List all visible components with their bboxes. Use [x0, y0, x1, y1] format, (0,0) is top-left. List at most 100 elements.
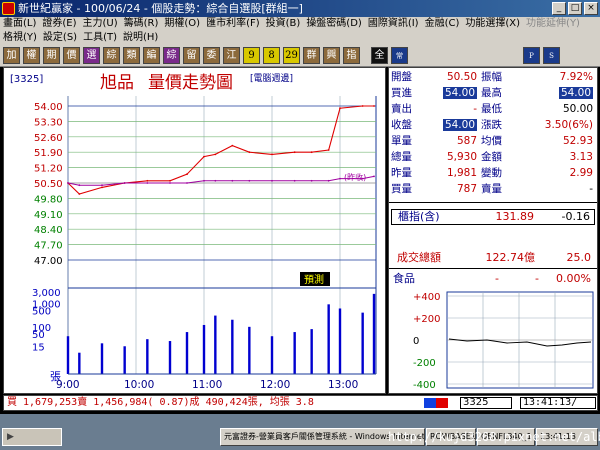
- quote-value: 54.00: [417, 119, 477, 132]
- toolbar-button-7[interactable]: 編: [143, 47, 160, 64]
- price-point: [146, 179, 149, 182]
- price-tick-label: 53.30: [34, 117, 63, 128]
- toolbar-button-16[interactable]: 興: [323, 47, 340, 64]
- toolbar-button-9[interactable]: 留: [183, 47, 200, 64]
- toolbar-button-4[interactable]: 選: [83, 47, 100, 64]
- minimize-button[interactable]: _: [552, 2, 566, 15]
- toolbar-button-13[interactable]: 8: [263, 47, 280, 64]
- sector-value-2: -: [535, 272, 539, 285]
- quote-row: 賣出 - 最低 50.00: [389, 103, 597, 116]
- chart-sector-tag: [電腦週邊]: [250, 72, 293, 84]
- time-tick-label: 12:00: [260, 379, 290, 391]
- toolbar-button-5[interactable]: 綜: [103, 47, 120, 64]
- menu-secondary-item-2[interactable]: 工具(T): [80, 31, 120, 45]
- toolbar-button-14[interactable]: 29: [283, 47, 300, 64]
- quote-row: 買量 787 賣量 -: [389, 183, 597, 196]
- quote-value-text: 5,930: [446, 151, 477, 163]
- average-price-point: [361, 177, 364, 180]
- mini-tick-label: -200: [413, 358, 436, 369]
- menu-main-item-6[interactable]: 投資(B): [263, 17, 304, 31]
- average-price-point: [310, 179, 313, 182]
- volume-bar: [372, 293, 376, 374]
- toolbar-button-1[interactable]: 權: [23, 47, 40, 64]
- volume-tick-label: 50: [32, 330, 45, 341]
- volume-bar: [338, 308, 342, 374]
- maximize-button[interactable]: □: [568, 2, 582, 15]
- average-price-point: [101, 184, 103, 187]
- toolbar-button-8[interactable]: 綜: [163, 47, 180, 64]
- volume-bar: [202, 324, 206, 374]
- average-price-point: [78, 184, 81, 187]
- menu-secondary-item-1[interactable]: 設定(S): [40, 31, 80, 45]
- quote-value: -: [417, 103, 477, 116]
- menu-main-item-2[interactable]: 主力(U): [80, 17, 121, 31]
- toolbar-button-18[interactable]: 全: [371, 47, 388, 64]
- toolbar: 加權期價選綜類編綜留委江 9 8 29 群興指全常 P S: [0, 45, 600, 67]
- quote-value-text: 1,981: [446, 167, 477, 179]
- start-button[interactable]: ▶: [2, 428, 62, 446]
- toolbar-button-0[interactable]: 加: [3, 47, 20, 64]
- turnover-value: 122.74億: [485, 251, 536, 264]
- volume-bar: [185, 332, 189, 374]
- toolbar-button-12[interactable]: 9: [243, 47, 260, 64]
- average-price-point: [339, 177, 341, 180]
- volume-bar: [146, 339, 149, 374]
- menu-main-item-3[interactable]: 籌碼(R): [121, 17, 162, 31]
- volume-bar: [248, 326, 251, 374]
- sector-row: 食品 - - 0.00%: [391, 272, 595, 286]
- chart-stock-code: [3325]: [10, 74, 43, 85]
- quote-value: 50.00: [523, 103, 593, 116]
- price-point: [361, 105, 364, 107]
- quote-row: 昨量 1,981 變動 2.99: [389, 167, 597, 180]
- menu-main-item-7[interactable]: 操盤密碼(D): [303, 17, 365, 31]
- toolbar-page-button[interactable]: P: [523, 47, 540, 64]
- stock-code-input[interactable]: 3325: [460, 397, 512, 409]
- menu-main-item-5[interactable]: 匯市利率(F): [203, 17, 263, 31]
- volume-tick-label: 3,000: [32, 288, 61, 299]
- toolbar-button-17[interactable]: 指: [343, 47, 360, 64]
- average-price-point: [214, 179, 217, 182]
- mini-tick-label: +200: [413, 314, 440, 325]
- toolbar-button-19[interactable]: 常: [391, 47, 408, 64]
- toolbar-button-11[interactable]: 江: [223, 47, 240, 64]
- average-price-point: [123, 182, 126, 184]
- menu-main-item-9[interactable]: 金融(C): [422, 17, 463, 31]
- price-tick-label: 49.10: [34, 210, 63, 221]
- toolbar-button-6[interactable]: 類: [123, 47, 140, 64]
- toolbar-button-2[interactable]: 期: [43, 47, 60, 64]
- quote-value: 50.50: [417, 71, 477, 84]
- toolbar-button-15[interactable]: 群: [303, 47, 320, 64]
- menu-main-item-4[interactable]: 期權(O): [161, 17, 203, 31]
- app-window: 新世紀贏家 - 100/06/24 - 個股走勢：綜合自選股[群組一] _ □ …: [0, 0, 600, 450]
- menu-main-item-10[interactable]: 功能選擇(X): [462, 17, 523, 31]
- forecast-badge[interactable]: 預測: [304, 273, 324, 286]
- close-button[interactable]: ×: [584, 2, 598, 15]
- quote-value: 1,981: [417, 167, 477, 180]
- quote-label: 最高: [481, 87, 502, 99]
- quote-label: 賣量: [481, 183, 502, 195]
- volume-bar: [168, 341, 172, 374]
- menu-secondary-item-3[interactable]: 說明(H): [120, 31, 161, 45]
- mini-tick-label: +400: [413, 292, 440, 303]
- menu-main-item-1[interactable]: 證券(E): [39, 17, 79, 31]
- volume-bar: [310, 329, 313, 374]
- quote-row: 開盤 50.50 振幅 7.92%: [389, 71, 597, 84]
- quote-label: 最低: [481, 103, 502, 115]
- quote-value-text: 50.00: [562, 103, 593, 115]
- toolbar-sys-button[interactable]: S: [543, 47, 560, 64]
- price-point: [373, 105, 375, 107]
- quote-label: 金額: [481, 151, 502, 163]
- menu-main-item-8[interactable]: 國際資訊(I): [365, 17, 422, 31]
- toolbar-button-10[interactable]: 委: [203, 47, 220, 64]
- price-volume-chart: [3325] 旭品 量價走勢圖 [電腦週邊] 54.00 53.30 52.60 51.90 5…: [3, 67, 386, 394]
- quote-value-text: 587: [456, 135, 477, 147]
- menu-main-item-0[interactable]: 畫面(L): [0, 17, 39, 31]
- toolbar-button-3[interactable]: 價: [63, 47, 80, 64]
- time-tick-label: 10:00: [124, 379, 154, 391]
- window-title: 新世紀贏家 - 100/06/24 - 個股走勢：綜合自選股[群組一]: [18, 2, 303, 15]
- quote-value-text: 2.99: [569, 167, 593, 179]
- chart-canvas: [3325] 旭品 量價走勢圖 [電腦週邊] 54.00 53.30 52.60 51.90 5…: [10, 72, 377, 391]
- menu-secondary-item-0[interactable]: 格視(Y): [0, 31, 40, 45]
- price-point: [203, 155, 205, 158]
- menu-main-item-11[interactable]: 功能延伸(Y): [523, 17, 583, 31]
